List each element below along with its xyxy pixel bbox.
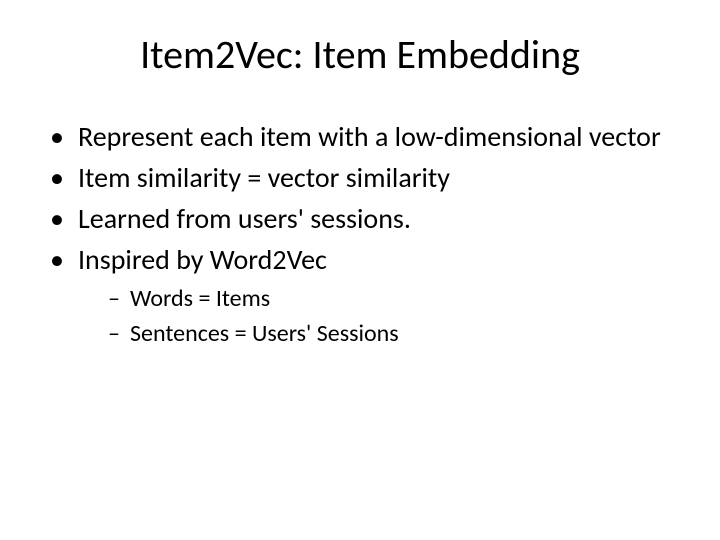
sub-bullet-list: Words = Items Sentences = Users' Session… (108, 283, 680, 349)
sub-bullet-item: Words = Items (108, 283, 680, 314)
bullet-item: Item similarity = vector similarity (50, 160, 680, 195)
bullet-item: Learned from users' sessions. (50, 201, 680, 236)
bullet-item: Represent each item with a low-dimension… (50, 119, 680, 154)
slide-title: Item2Vec: Item Embedding (40, 30, 680, 79)
slide: Item2Vec: Item Embedding Represent each … (0, 0, 720, 540)
bullet-list: Represent each item with a low-dimension… (50, 119, 680, 349)
bullet-item: Inspired by Word2Vec Words = Items Sente… (50, 242, 680, 349)
sub-bullet-item: Sentences = Users' Sessions (108, 318, 680, 349)
bullet-item-text: Inspired by Word2Vec (78, 242, 327, 277)
